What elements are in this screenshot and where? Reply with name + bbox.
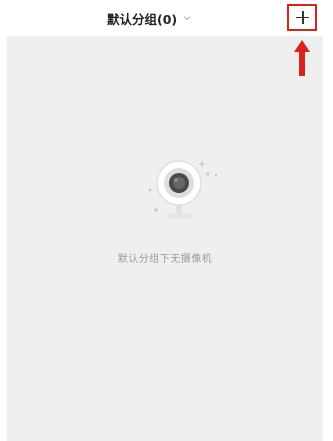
arrow-up-icon bbox=[294, 40, 310, 76]
plus-icon bbox=[296, 11, 309, 24]
chevron-down-icon bbox=[182, 13, 192, 23]
group-selector[interactable]: 默认分组(0) bbox=[107, 8, 192, 28]
screen: 默认分组(0) 默认分组下无摄像机 bbox=[0, 0, 333, 441]
add-camera-button[interactable] bbox=[287, 4, 317, 31]
empty-state-message: 默认分组下无摄像机 bbox=[117, 254, 213, 265]
group-title: 默认分组(0) bbox=[107, 11, 178, 27]
camera-list-page: 默认分组(0) 默认分组下无摄像机 bbox=[7, 0, 323, 441]
camera-icon bbox=[148, 160, 218, 219]
header-bar: 默认分组(0) bbox=[7, 0, 323, 36]
